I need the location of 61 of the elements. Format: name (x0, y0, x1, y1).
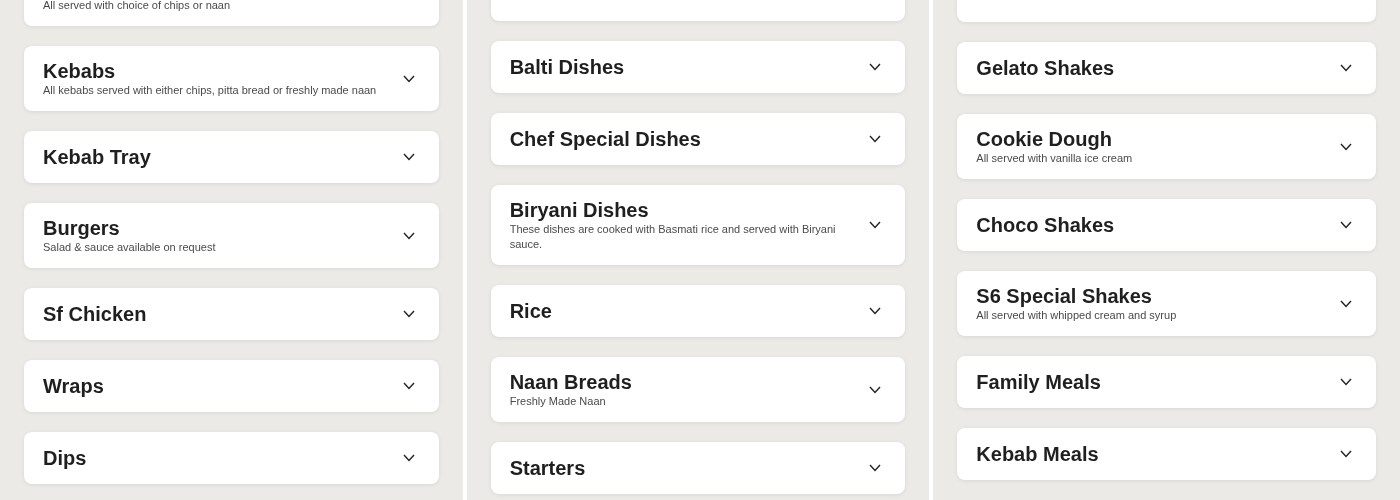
category-card[interactable]: Choco Shakes (957, 199, 1376, 251)
category-description: All served with choice of chips or naan (43, 0, 232, 13)
category-title: Rice (509, 299, 553, 323)
category-title: Burgers (43, 216, 121, 240)
category-card[interactable]: S6 Special Shakes All served with whipped cream and syrup (957, 271, 1376, 336)
category-title: Wraps (43, 374, 105, 398)
chevron-down-icon (402, 153, 415, 161)
category-title: Chef Special Dishes (509, 127, 702, 151)
category-card[interactable]: Kebab Meals (957, 428, 1376, 480)
category-card[interactable]: Wraps (24, 360, 439, 412)
chevron-down-icon (1340, 221, 1352, 229)
chevron-down-icon (1340, 64, 1352, 72)
category-title: Family Meals (976, 370, 1102, 394)
category-title: Kebab Meals (976, 442, 1100, 466)
chevron-down-icon (1340, 299, 1352, 308)
category-card[interactable]: Rice (490, 285, 906, 337)
category-title: Starters (509, 456, 587, 480)
category-card[interactable]: Biryani Dishes These dishes are cooked with Basmati rice and served with Biryani sauce. (490, 185, 906, 265)
chevron-down-icon (1340, 142, 1352, 151)
chevron-down-icon (402, 382, 415, 390)
category-card[interactable]: Balti Dishes (490, 41, 906, 93)
category-title: Kebabs (43, 59, 117, 83)
category-title: Cookie Dough (976, 127, 1113, 151)
chevron-down-icon (869, 63, 882, 71)
category-card[interactable]: Chef Special Dishes (490, 113, 906, 165)
category-card[interactable]: Starters (490, 442, 906, 494)
category-card[interactable]: Kebab Tray (24, 131, 439, 183)
category-title: Kebab Tray (43, 145, 152, 169)
category-card[interactable]: Kebabs All kebabs served with either chips, pitta bread or freshly made naan (24, 46, 439, 111)
category-title: Sf Chicken (43, 302, 148, 326)
category-card[interactable]: Dips (24, 432, 439, 484)
category-description: Salad & sauce available on request (43, 240, 217, 255)
category-title: Gelato Shakes (976, 56, 1116, 80)
category-description: All kebabs served with either chips, pitta bread or freshly made naan (43, 83, 378, 98)
chevron-down-icon (869, 221, 882, 229)
chevron-down-icon (869, 307, 882, 315)
chevron-down-icon (402, 454, 415, 462)
category-card[interactable]: Burgers Salad & sauce available on request (24, 203, 439, 268)
category-title: Biryani Dishes (509, 198, 650, 222)
chevron-down-icon (402, 310, 415, 318)
category-title: Balti Dishes (509, 55, 626, 79)
category-title: Naan Breads (509, 370, 633, 394)
chevron-down-icon (402, 74, 415, 83)
category-card[interactable]: Family Meals (957, 356, 1376, 408)
category-description: These dishes are cooked with Basmati rice and served with Biryani sauce. (509, 222, 837, 252)
chevron-down-icon (1340, 450, 1352, 458)
category-description: All served with whipped cream and syrup (976, 308, 1178, 323)
category-card[interactable]: Gelato Shakes (957, 42, 1376, 94)
chevron-down-icon (869, 135, 882, 143)
chevron-down-icon (869, 464, 882, 472)
chevron-down-icon (402, 231, 415, 240)
category-card[interactable]: Naan Breads Freshly Made Naan (490, 357, 906, 422)
category-card[interactable]: Sf Chicken (24, 288, 439, 340)
category-card[interactable]: Cookie Dough All served with vanilla ice cream (957, 114, 1376, 179)
category-description: Freshly Made Naan (509, 394, 607, 409)
category-title: Dips (43, 446, 88, 470)
chevron-down-icon (869, 385, 882, 394)
category-description: All served with vanilla ice cream (976, 151, 1134, 166)
category-title: Choco Shakes (976, 213, 1116, 237)
chevron-down-icon (1340, 378, 1352, 386)
category-title: S6 Special Shakes (976, 284, 1153, 308)
